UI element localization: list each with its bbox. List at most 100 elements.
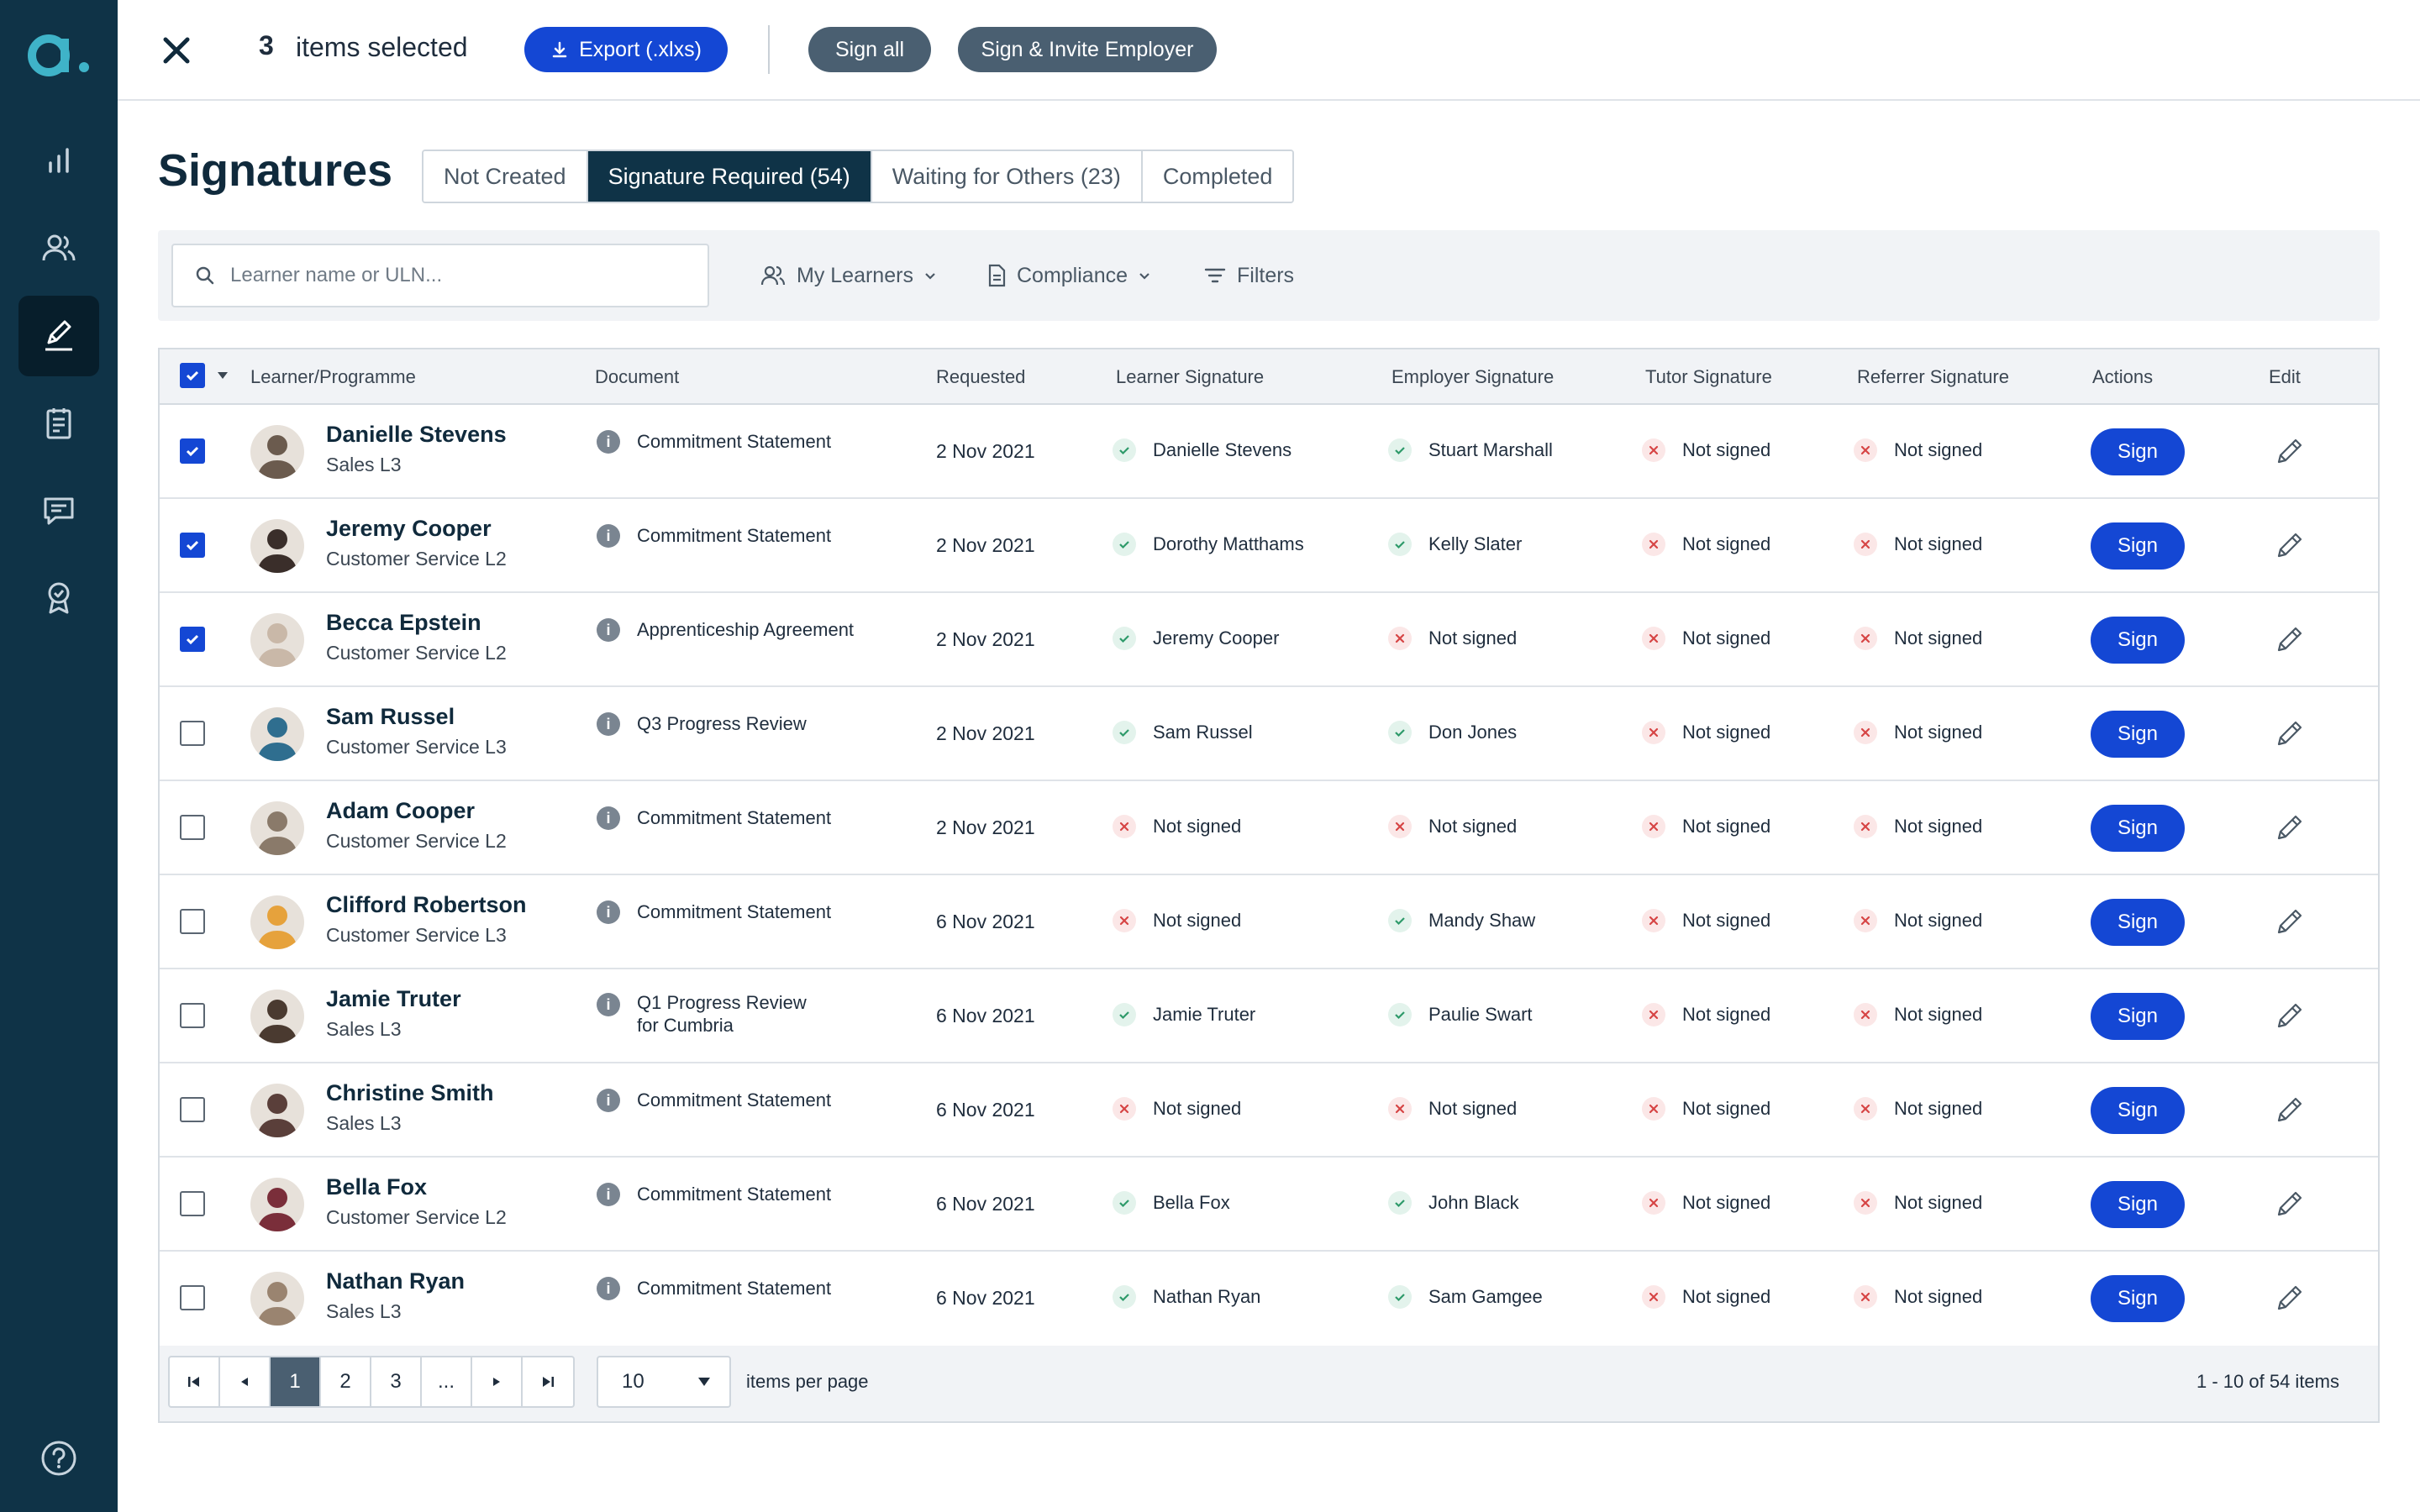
last-page-button[interactable] (523, 1357, 573, 1406)
row-checkbox[interactable] (180, 627, 205, 652)
col-document[interactable]: Document (595, 366, 679, 388)
tab-3[interactable]: Completed (1142, 151, 1293, 202)
row-checkbox[interactable] (180, 533, 205, 558)
learner-name[interactable]: Adam Cooper (326, 798, 475, 824)
col-learner[interactable]: Learner/Programme (250, 366, 416, 388)
learner-name[interactable]: Sam Russel (326, 704, 455, 730)
col-requested[interactable]: Requested (936, 366, 1025, 388)
sign-button[interactable]: Sign (2091, 993, 2185, 1040)
sign-button[interactable]: Sign (2091, 617, 2185, 664)
sign-button[interactable]: Sign (2091, 1087, 2185, 1134)
pencil-edit-icon[interactable] (2274, 1001, 2304, 1032)
info-icon[interactable]: i (597, 806, 620, 830)
document-name[interactable]: Commitment Statement (637, 1183, 831, 1205)
row-checkbox[interactable] (180, 1285, 205, 1310)
sign-button[interactable]: Sign (2091, 1181, 2185, 1228)
row-checkbox[interactable] (180, 815, 205, 840)
sidebar-item-messages[interactable] (18, 470, 99, 551)
learner-name[interactable]: Christine Smith (326, 1080, 494, 1106)
learner-name[interactable]: Danielle Stevens (326, 422, 507, 448)
info-icon[interactable]: i (597, 1089, 620, 1112)
learner-name[interactable]: Becca Epstein (326, 610, 481, 636)
sign-button[interactable]: Sign (2091, 428, 2185, 475)
page-button[interactable]: 3 (371, 1357, 422, 1406)
col-employer-signature[interactable]: Employer Signature (1392, 366, 1554, 388)
learner-name[interactable]: Jamie Truter (326, 986, 461, 1012)
tab-2[interactable]: Waiting for Others (23) (871, 151, 1143, 202)
caret-down-icon[interactable] (215, 368, 230, 383)
info-icon[interactable]: i (597, 993, 620, 1016)
row-checkbox[interactable] (180, 721, 205, 746)
document-name[interactable]: Q3 Progress Review (637, 712, 807, 735)
sidebar-item-awards[interactable] (18, 558, 99, 638)
filters-button[interactable]: Filters (1203, 255, 1294, 296)
sign-button[interactable]: Sign (2091, 1275, 2185, 1322)
row-checkbox[interactable] (180, 909, 205, 934)
close-icon[interactable] (158, 32, 195, 69)
app-logo[interactable] (27, 24, 94, 82)
sign-invite-employer-button[interactable]: Sign & Invite Employer (958, 27, 1217, 72)
pencil-edit-icon[interactable] (2274, 625, 2304, 655)
document-name[interactable]: Commitment Statement (637, 806, 831, 829)
search-input[interactable] (230, 264, 701, 287)
row-checkbox[interactable] (180, 1191, 205, 1216)
pencil-edit-icon[interactable] (2274, 813, 2304, 843)
info-icon[interactable]: i (597, 712, 620, 736)
first-page-button[interactable] (170, 1357, 220, 1406)
page-button[interactable]: 1 (271, 1357, 321, 1406)
my-learners-dropdown[interactable]: My Learners (760, 255, 937, 296)
pencil-edit-icon[interactable] (2274, 1095, 2304, 1126)
col-referrer-signature[interactable]: Referrer Signature (1857, 366, 2009, 388)
learner-name[interactable]: Bella Fox (326, 1174, 427, 1200)
items-per-page-select[interactable]: 10 (597, 1356, 731, 1408)
sign-button[interactable]: Sign (2091, 522, 2185, 570)
info-icon[interactable]: i (597, 1183, 620, 1206)
row-checkbox[interactable] (180, 1097, 205, 1122)
document-name[interactable]: Commitment Statement (637, 900, 831, 923)
document-name[interactable]: Commitment Statement (637, 430, 831, 453)
export-button[interactable]: Export (.xlxs) (524, 27, 728, 72)
pencil-edit-icon[interactable] (2274, 437, 2304, 467)
page-button[interactable]: ... (422, 1357, 472, 1406)
sign-all-button[interactable]: Sign all (808, 27, 931, 72)
document-line-1: Commitment Statement (637, 1278, 832, 1299)
pencil-edit-icon[interactable] (2274, 531, 2304, 561)
document-name[interactable]: Commitment Statement (637, 524, 831, 547)
sidebar-item-reports[interactable] (18, 121, 99, 202)
pencil-edit-icon[interactable] (2274, 719, 2304, 749)
row-checkbox[interactable] (180, 1003, 205, 1028)
learner-name[interactable]: Jeremy Cooper (326, 516, 492, 542)
info-icon[interactable]: i (597, 900, 620, 924)
document-name[interactable]: Q1 Progress Review for Cumbria (637, 991, 807, 1037)
info-icon[interactable]: i (597, 618, 620, 642)
learner-name[interactable]: Clifford Robertson (326, 892, 526, 918)
page-button[interactable]: 2 (321, 1357, 371, 1406)
info-icon[interactable]: i (597, 524, 620, 548)
help-button[interactable] (18, 1418, 99, 1499)
pencil-edit-icon[interactable] (2274, 1284, 2304, 1314)
row-checkbox[interactable] (180, 438, 205, 464)
document-name[interactable]: Commitment Statement (637, 1089, 831, 1111)
compliance-dropdown[interactable]: Compliance (986, 255, 1151, 296)
tab-1[interactable]: Signature Required (54) (587, 151, 872, 202)
col-learner-signature[interactable]: Learner Signature (1116, 366, 1264, 388)
pencil-edit-icon[interactable] (2274, 907, 2304, 937)
sign-button[interactable]: Sign (2091, 711, 2185, 758)
select-all-checkbox[interactable] (180, 363, 205, 388)
col-tutor-signature[interactable]: Tutor Signature (1645, 366, 1772, 388)
document-name[interactable]: Apprenticeship Agreement (637, 618, 854, 641)
sidebar-item-learners[interactable] (18, 208, 99, 289)
sign-button[interactable]: Sign (2091, 899, 2185, 946)
learner-name[interactable]: Nathan Ryan (326, 1268, 465, 1294)
prev-page-button[interactable] (220, 1357, 271, 1406)
sign-button[interactable]: Sign (2091, 805, 2185, 852)
tab-0[interactable]: Not Created (424, 151, 588, 202)
sidebar-item-signatures[interactable] (18, 296, 99, 376)
document-name[interactable]: Commitment Statement (637, 1277, 831, 1299)
users-icon (42, 234, 76, 261)
sidebar-item-tasks[interactable] (18, 383, 99, 464)
next-page-button[interactable] (472, 1357, 523, 1406)
info-icon[interactable]: i (597, 1277, 620, 1300)
pencil-edit-icon[interactable] (2274, 1189, 2304, 1220)
info-icon[interactable]: i (597, 430, 620, 454)
